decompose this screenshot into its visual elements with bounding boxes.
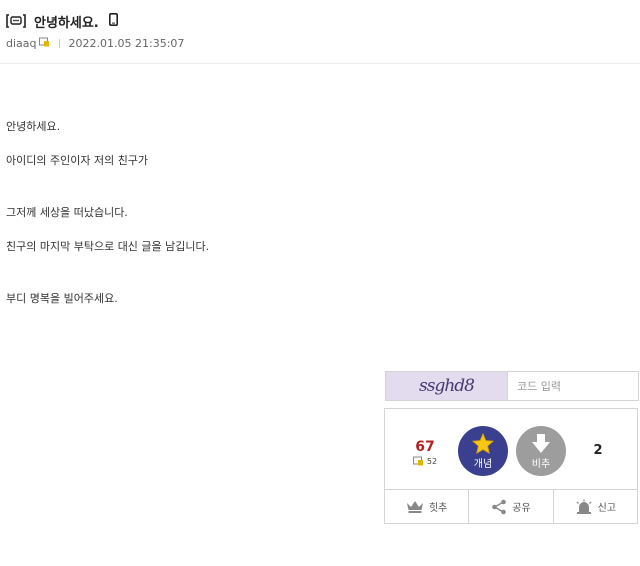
meta-divider xyxy=(58,39,60,48)
crown-icon xyxy=(406,501,423,513)
star-icon xyxy=(472,432,494,454)
captcha-input[interactable] xyxy=(508,372,638,400)
recommend-button[interactable]: 힛추 xyxy=(385,490,468,523)
captcha-image: ssghd8 xyxy=(386,372,508,400)
post-datetime: 2022.01.05 21:35:07 xyxy=(68,37,185,50)
recommend-label: 힛추 xyxy=(428,503,448,514)
fixed-user-icon xyxy=(412,456,423,466)
body-line: 친구의 마지막 부탁으로 대신 글을 남깁니다. xyxy=(6,240,210,253)
share-button[interactable]: 공유 xyxy=(468,490,552,523)
fixed-upvote-number: 52 xyxy=(426,456,438,466)
share-label: 공유 xyxy=(512,503,531,514)
upvote-count-group: 67 52 xyxy=(407,439,443,466)
share-icon xyxy=(492,499,507,514)
downvote-button[interactable]: 비추 xyxy=(516,426,566,476)
captcha-box: ssghd8 xyxy=(385,371,639,401)
body-line: 안녕하세요. xyxy=(6,120,61,133)
post-body: 안녕하세요. 아이디의 주인이자 저의 친구가 그저께 세상을 떠났습니다. 친… xyxy=(6,118,209,308)
upvote-count: 67 xyxy=(415,439,435,455)
body-line: 아이디의 주인이자 저의 친구가 xyxy=(6,154,149,167)
vote-panel: 67 52 개념 비추 2 xyxy=(385,409,637,490)
report-button[interactable]: 신고 xyxy=(552,490,637,523)
body-line: 그저께 세상을 떠났습니다. xyxy=(6,206,128,219)
post-header: 안녕하세요. diaaq 2022.01.05 21:35:07 xyxy=(6,10,640,50)
post-title-row: 안녕하세요. xyxy=(6,10,640,32)
action-bar: 힛추 공유 신고 xyxy=(385,490,637,523)
speech-bubble-icon xyxy=(6,14,26,28)
report-label: 신고 xyxy=(597,503,617,514)
vote-box: 67 52 개념 비추 2 힛추 공유 신고 xyxy=(384,408,638,524)
downvote-count: 2 xyxy=(593,443,603,458)
post-title: 안녕하세요. xyxy=(34,15,99,31)
down-arrow-icon xyxy=(532,433,550,453)
captcha-code: ssghd8 xyxy=(419,376,475,396)
body-line: 부디 명복을 빌어주세요. xyxy=(6,292,118,305)
upvote-label: 개념 xyxy=(473,458,493,470)
post-meta: diaaq 2022.01.05 21:35:07 xyxy=(6,37,640,50)
header-divider xyxy=(0,63,640,64)
fixed-upvote-count: 52 xyxy=(407,456,443,466)
author-name[interactable]: diaaq xyxy=(6,37,37,50)
fixed-nick-icon xyxy=(38,37,50,50)
mobile-phone-icon xyxy=(108,12,118,30)
siren-icon xyxy=(576,499,592,514)
downvote-label: 비추 xyxy=(531,458,551,470)
upvote-button[interactable]: 개념 xyxy=(458,426,508,476)
